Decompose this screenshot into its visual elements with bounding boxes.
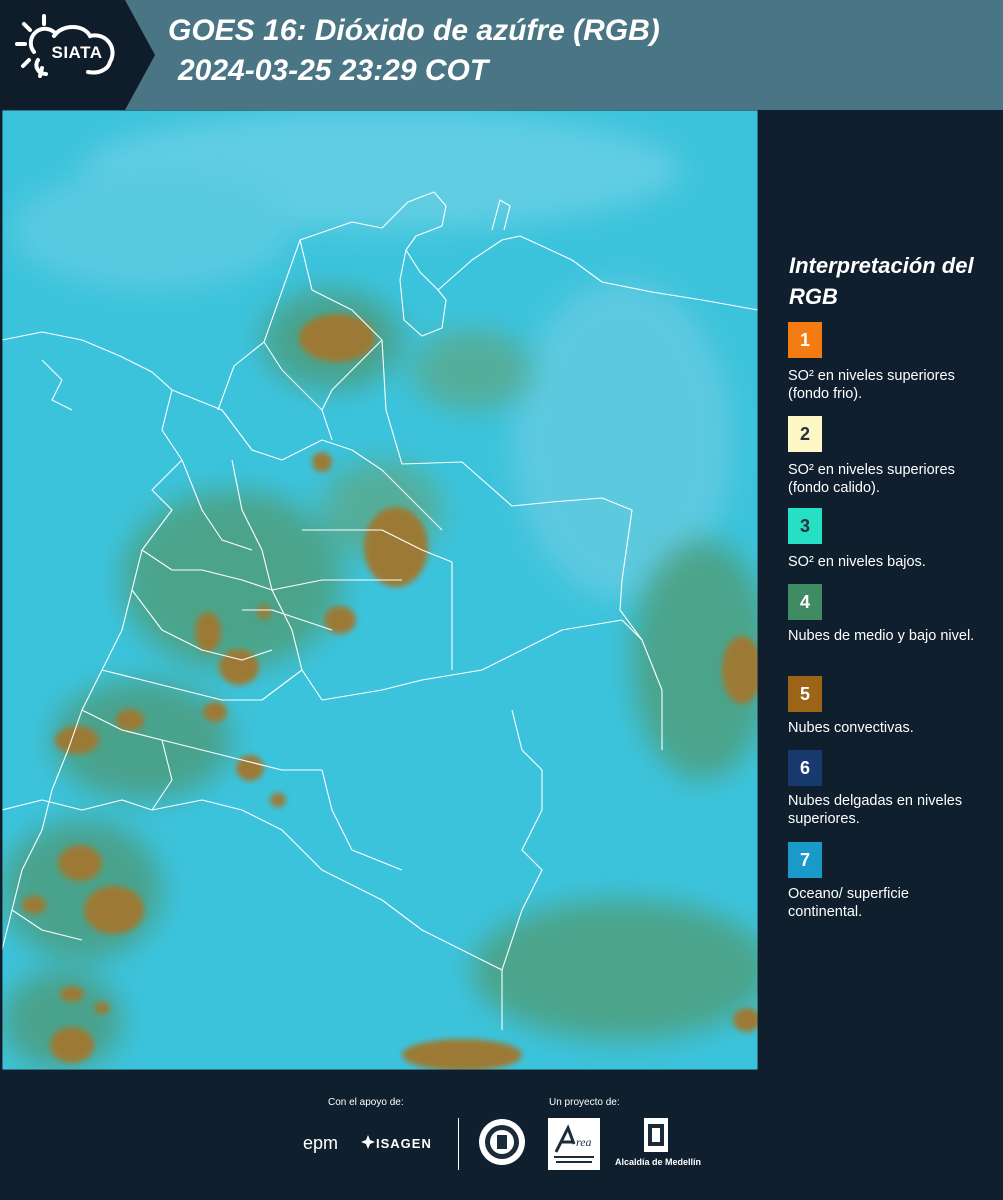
epm-logo: epm bbox=[303, 1133, 339, 1153]
legend-label-5: Nubes convectivas. bbox=[788, 720, 914, 736]
legend-swatch-6: 6 bbox=[788, 750, 822, 786]
header-bar: SIATA GOES 16: Dióxido de azúfre (RGB) 2… bbox=[0, 0, 1003, 110]
legend-swatch-4: 4 bbox=[788, 584, 822, 620]
svg-text:rea: rea bbox=[576, 1135, 592, 1149]
isagen-icon bbox=[361, 1135, 375, 1149]
logo-text: SIATA bbox=[51, 43, 103, 62]
legend-swatch-1: 1 bbox=[788, 322, 822, 358]
alcaldia-logo: Alcaldía de Medellín bbox=[614, 1157, 702, 1167]
logo-arrow bbox=[125, 0, 155, 110]
legend-label-4: Nubes de medio y bajo nivel. bbox=[788, 628, 975, 644]
university-seal-icon bbox=[479, 1119, 525, 1165]
legend-swatch-3: 3 bbox=[788, 508, 822, 544]
map-canvas bbox=[2, 110, 758, 1070]
legend-title: Interpretación del RGB bbox=[789, 253, 974, 309]
project-label: Un proyecto de: bbox=[549, 1097, 620, 1108]
legend-swatch-7: 7 bbox=[788, 842, 822, 878]
page-timestamp: 2024-03-25 23:29 COT bbox=[178, 54, 489, 87]
area-metropolitana-logo: rea bbox=[548, 1118, 600, 1170]
page-title: GOES 16: Dióxido de azúfre (RGB) bbox=[168, 14, 660, 47]
satellite-map[interactable] bbox=[2, 110, 758, 1070]
legend-panel: Interpretación del RGB 1 SO² en niveles … bbox=[760, 110, 1003, 1070]
footer-divider bbox=[458, 1118, 459, 1170]
siata-logo[interactable]: SIATA bbox=[0, 0, 125, 110]
legend-label-7: Oceano/ superficie continental. bbox=[788, 886, 909, 920]
legend-swatch-2: 2 bbox=[788, 416, 822, 452]
legend-label-2: SO² en niveles superiores (fondo calido)… bbox=[788, 462, 955, 496]
legend-label-3: SO² en niveles bajos. bbox=[788, 554, 926, 570]
medellin-coat-of-arms-icon bbox=[644, 1118, 668, 1152]
legend-label-6: Nubes delgadas en niveles superiores. bbox=[788, 793, 963, 827]
legend-swatch-5: 5 bbox=[788, 676, 822, 712]
footer: Con el apoyo de: Un proyecto de: epm ISA… bbox=[0, 1070, 1003, 1200]
support-label: Con el apoyo de: bbox=[328, 1097, 404, 1108]
isagen-logo: ISAGEN bbox=[376, 1136, 432, 1151]
legend-label-1: SO² en niveles superiores (fondo frio). bbox=[788, 368, 955, 402]
